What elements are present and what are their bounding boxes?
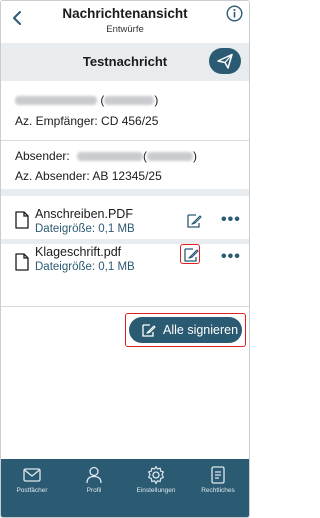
sender-line: Absender: () xyxy=(15,149,198,163)
recipient-name-redacted: () xyxy=(15,93,158,107)
nav-rechtliches[interactable]: Rechtliches xyxy=(187,459,249,517)
send-button[interactable] xyxy=(209,48,241,74)
bottom-navigation: Postfächer Profil Einstellungen Rechtlic… xyxy=(1,459,249,517)
app-frame: Nachrichtenansicht Entwürfe Testnachrich… xyxy=(0,0,250,518)
page-subtitle: Entwürfe xyxy=(106,24,144,35)
document-icon xyxy=(211,466,225,484)
section-divider xyxy=(1,189,249,196)
nav-profil[interactable]: Profil xyxy=(63,459,125,517)
file-icon xyxy=(15,211,29,229)
document-name: Anschreiben.PDF xyxy=(35,207,133,221)
sign-icon xyxy=(142,324,156,337)
sign-icon[interactable] xyxy=(186,213,202,229)
send-icon xyxy=(217,53,233,69)
sender-block: Absender: () Az. Absender: AB 12345/25 xyxy=(1,141,249,189)
sender-az: Az. Absender: AB 12345/25 xyxy=(15,169,162,183)
document-row[interactable]: Anschreiben.PDF Dateigröße: 0,1 MB ••• xyxy=(1,197,249,239)
sign-all-button[interactable]: Alle signieren xyxy=(129,317,242,343)
divider xyxy=(1,306,249,307)
sender-label: Absender: xyxy=(15,149,70,163)
sign-icon[interactable] xyxy=(183,247,199,263)
nav-label: Rechtliches xyxy=(201,487,235,494)
document-name: Klageschrift.pdf xyxy=(35,245,122,259)
gear-icon xyxy=(148,465,164,485)
more-options-button[interactable]: ••• xyxy=(221,248,241,266)
mail-icon xyxy=(23,468,41,482)
message-title-bar: Testnachricht xyxy=(1,43,249,81)
document-size: Dateigröße: 0,1 MB xyxy=(35,223,135,235)
sign-all-label: Alle signieren xyxy=(163,323,239,337)
document-size: Dateigröße: 0,1 MB xyxy=(35,261,135,273)
recipient-block: () Az. Empfänger: CD 456/25 xyxy=(1,81,249,137)
document-row[interactable]: Klageschrift.pdf Dateigröße: 0,1 MB ••• xyxy=(1,244,249,288)
nav-postfaecher[interactable]: Postfächer xyxy=(1,459,63,517)
page-title: Nachrichtenansicht xyxy=(62,6,188,21)
nav-einstellungen[interactable]: Einstellungen xyxy=(125,459,187,517)
recipient-az: Az. Empfänger: CD 456/25 xyxy=(15,114,159,128)
more-options-button[interactable]: ••• xyxy=(221,211,241,229)
header: Nachrichtenansicht Entwürfe xyxy=(1,1,249,41)
file-icon xyxy=(15,253,29,271)
info-icon[interactable] xyxy=(226,5,243,22)
person-icon xyxy=(86,466,102,484)
nav-label: Profil xyxy=(86,487,102,494)
nav-label: Postfächer xyxy=(16,487,48,494)
nav-label: Einstellungen xyxy=(136,487,176,494)
